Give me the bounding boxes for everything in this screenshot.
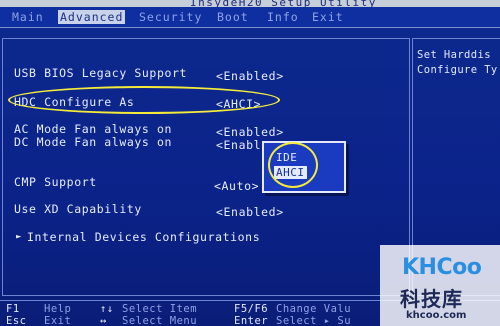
submenu-internal-devices[interactable]: Internal Devices Configurations: [27, 230, 260, 244]
watermark: KHCoo 科技库 khcoo.com: [380, 245, 500, 326]
footer-key: ↑↓: [100, 303, 114, 315]
footer-desc: Change Valu: [276, 303, 352, 315]
tab-security[interactable]: Security: [137, 10, 204, 24]
tab-advanced[interactable]: Advanced: [58, 10, 126, 24]
footer-desc: Select ▸ Su: [276, 315, 352, 326]
watermark-url: khcoo.com: [406, 310, 467, 321]
option-usb-legacy-value[interactable]: <Enabled>: [216, 69, 284, 83]
option-dc-fan-label[interactable]: DC Mode Fan always on: [14, 135, 172, 149]
footer-desc: Select Menu: [122, 315, 198, 326]
tab-exit[interactable]: Exit: [310, 10, 346, 24]
footer-desc: Select Item: [122, 303, 198, 315]
footer-key: F1: [6, 303, 20, 315]
tab-boot[interactable]: Boot: [215, 10, 251, 24]
bios-screen: InsydeH20 Setup Utility Main Advanced Se…: [0, 0, 500, 326]
highlight-ellipse-hdc: [8, 86, 280, 114]
option-dc-fan-value[interactable]: <Enabl: [216, 138, 261, 152]
option-usb-legacy-label[interactable]: USB BIOS Legacy Support: [14, 66, 187, 80]
footer-key: Enter: [234, 315, 269, 326]
tab-main[interactable]: Main: [10, 10, 46, 24]
option-ac-fan-value[interactable]: <Enabled>: [216, 125, 284, 139]
watermark-name: 科技库: [400, 287, 463, 311]
footer-desc: Exit: [44, 315, 72, 326]
footer-key: ↔: [100, 315, 107, 326]
option-xd-capability-label[interactable]: Use XD Capability: [14, 202, 142, 216]
help-text-line: Configure Ty: [417, 64, 498, 76]
footer-desc: Help: [44, 303, 72, 315]
option-ac-fan-label[interactable]: AC Mode Fan always on: [14, 122, 172, 136]
option-cmp-support-label[interactable]: CMP Support: [14, 175, 97, 189]
watermark-logo: KHCoo: [402, 255, 482, 280]
footer-key: Esc: [6, 315, 27, 326]
tab-info[interactable]: Info: [265, 10, 301, 24]
option-xd-capability-value[interactable]: <Enabled>: [216, 205, 284, 219]
footer-key: F5/F6: [234, 303, 269, 315]
title-bar: InsydeH20 Setup Utility: [0, 0, 500, 9]
submenu-arrow-icon: ►: [16, 232, 22, 242]
help-text-line: Set Harddis: [417, 49, 491, 61]
highlight-ellipse-ahci: [268, 142, 318, 188]
option-cmp-support-value[interactable]: <Auto>: [214, 179, 259, 193]
menu-bar: Main Advanced Security Boot Info Exit: [0, 7, 500, 28]
